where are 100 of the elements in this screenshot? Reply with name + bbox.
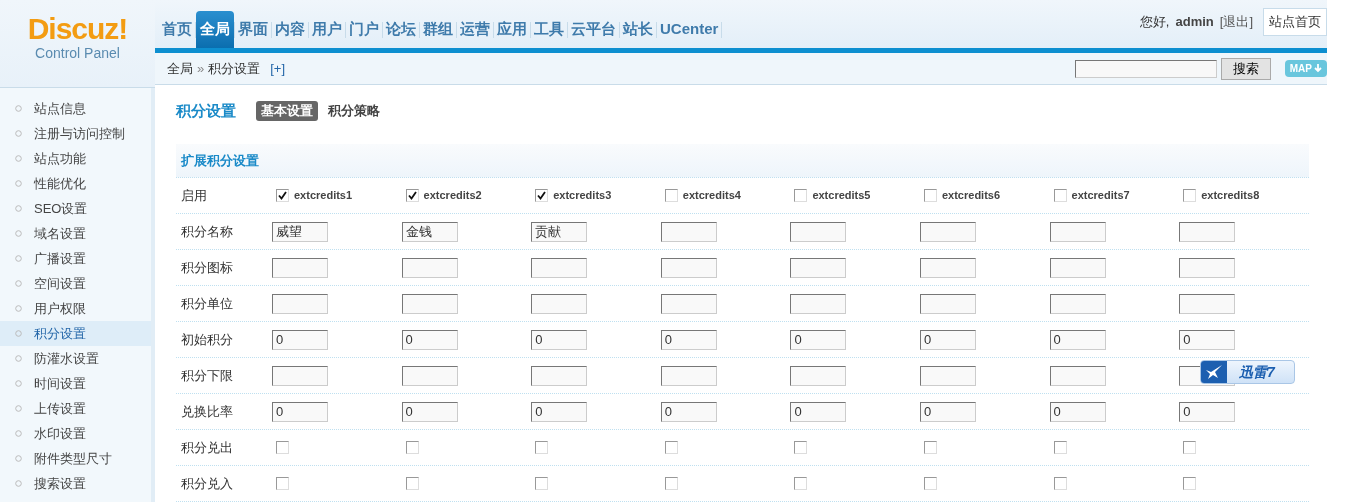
checkbox[interactable] [794,441,808,454]
sidebar-item[interactable]: SEO设置 [0,196,151,221]
text-field[interactable] [919,257,976,278]
nav-tab[interactable]: 站长 [620,11,656,48]
sidebar-item[interactable]: 广播设置 [0,246,151,271]
sidebar-item[interactable]: 站点信息 [0,96,151,121]
breadcrumb-root[interactable]: 全局 [167,58,193,79]
text-field[interactable]: 0 [1179,329,1236,350]
text-field[interactable]: 0 [790,329,847,350]
checkbox[interactable] [276,441,289,454]
text-field[interactable]: 0 [790,401,847,422]
sidebar-item[interactable]: 附件类型尺寸 [0,446,151,471]
sidebar-item[interactable]: 域名设置 [0,221,151,246]
text-field[interactable] [660,257,717,278]
text-field[interactable] [1179,221,1236,242]
checkbox[interactable] [276,477,289,490]
text-field[interactable]: 金钱 [401,221,458,242]
text-field[interactable]: 0 [660,401,717,422]
text-field[interactable]: 0 [531,401,588,422]
text-field[interactable]: 0 [1049,401,1106,422]
checkbox[interactable] [794,189,808,202]
nav-tab[interactable]: UCenter [657,11,722,48]
checkbox[interactable] [923,441,937,454]
checkbox[interactable] [276,189,289,202]
sidebar-item[interactable]: 时间设置 [0,371,151,396]
text-field[interactable]: 0 [272,401,328,422]
add-link[interactable]: [+] [270,58,286,79]
text-field[interactable] [790,257,847,278]
checkbox[interactable] [1053,189,1067,202]
text-field[interactable]: 0 [919,401,976,422]
checkbox[interactable] [535,189,549,202]
checkbox[interactable] [1053,441,1067,454]
checkbox[interactable] [1183,477,1197,490]
checkbox[interactable] [535,477,549,490]
checkbox[interactable] [535,441,549,454]
text-field[interactable] [1179,293,1236,314]
text-field[interactable] [919,293,976,314]
text-field[interactable] [272,365,328,386]
checkbox[interactable] [664,441,678,454]
text-field[interactable] [790,365,847,386]
text-field[interactable] [1049,293,1106,314]
nav-tab[interactable]: 用户 [309,11,345,48]
text-field[interactable] [401,293,458,314]
nav-tab[interactable]: 界面 [235,11,271,48]
checkbox[interactable] [1053,477,1067,490]
text-field[interactable] [401,365,458,386]
nav-tab[interactable]: 运营 [457,11,493,48]
text-field[interactable] [401,257,458,278]
text-field[interactable] [1049,257,1106,278]
checkbox[interactable] [923,189,937,202]
nav-tab[interactable]: 首页 [159,11,195,48]
nav-tab[interactable]: 内容 [272,11,308,48]
text-field[interactable] [660,221,717,242]
sidebar-item[interactable]: 积分设置 [0,321,151,346]
sidebar-item[interactable]: 用户权限 [0,296,151,321]
text-field[interactable]: 贡献 [531,221,588,242]
checkbox[interactable] [664,189,678,202]
text-field[interactable] [919,365,976,386]
text-field[interactable] [660,293,717,314]
sidebar-item[interactable]: 水印设置 [0,421,151,446]
text-field[interactable] [660,365,717,386]
nav-tab[interactable]: 云平台 [568,11,619,48]
checkbox[interactable] [405,441,419,454]
sidebar-item[interactable]: 空间设置 [0,271,151,296]
text-field[interactable]: 威望 [272,221,328,242]
search-button[interactable]: 搜索 [1220,57,1271,80]
checkbox[interactable] [1183,441,1197,454]
checkbox[interactable] [794,477,808,490]
sidebar-item[interactable]: 站点功能 [0,146,151,171]
text-field[interactable]: 0 [660,329,717,350]
page-tab[interactable]: 积分策略 [328,101,380,121]
nav-tab[interactable]: 工具 [531,11,567,48]
text-field[interactable]: 0 [1049,329,1106,350]
checkbox[interactable] [923,477,937,490]
site-home-link[interactable]: 站点首页 [1263,8,1327,36]
text-field[interactable] [1179,257,1236,278]
text-field[interactable] [1049,365,1106,386]
page-tab[interactable]: 基本设置 [256,101,318,121]
text-field[interactable]: 0 [531,329,588,350]
search-field[interactable] [1074,59,1217,78]
text-field[interactable] [531,365,588,386]
logout-link[interactable]: [退出] [1219,12,1253,32]
sidebar-item[interactable]: 防灌水设置 [0,346,151,371]
text-field[interactable] [790,293,847,314]
text-field[interactable] [790,221,847,242]
sidebar-item[interactable]: 注册与访问控制 [0,121,151,146]
text-field[interactable] [919,221,976,242]
text-field[interactable] [1049,221,1106,242]
checkbox[interactable] [405,189,419,202]
text-field[interactable] [531,257,588,278]
text-field[interactable]: 0 [401,329,458,350]
checkbox[interactable] [664,477,678,490]
text-field[interactable] [272,257,328,278]
sidebar-item[interactable]: 性能优化 [0,171,151,196]
text-field[interactable] [272,293,328,314]
text-field[interactable]: 0 [1179,401,1236,422]
download-toast[interactable]: 迅雷7 [1200,360,1295,384]
sidebar-item[interactable]: 搜索设置 [0,471,151,496]
nav-tab[interactable]: 全局 [196,11,234,48]
checkbox[interactable] [1183,189,1197,202]
